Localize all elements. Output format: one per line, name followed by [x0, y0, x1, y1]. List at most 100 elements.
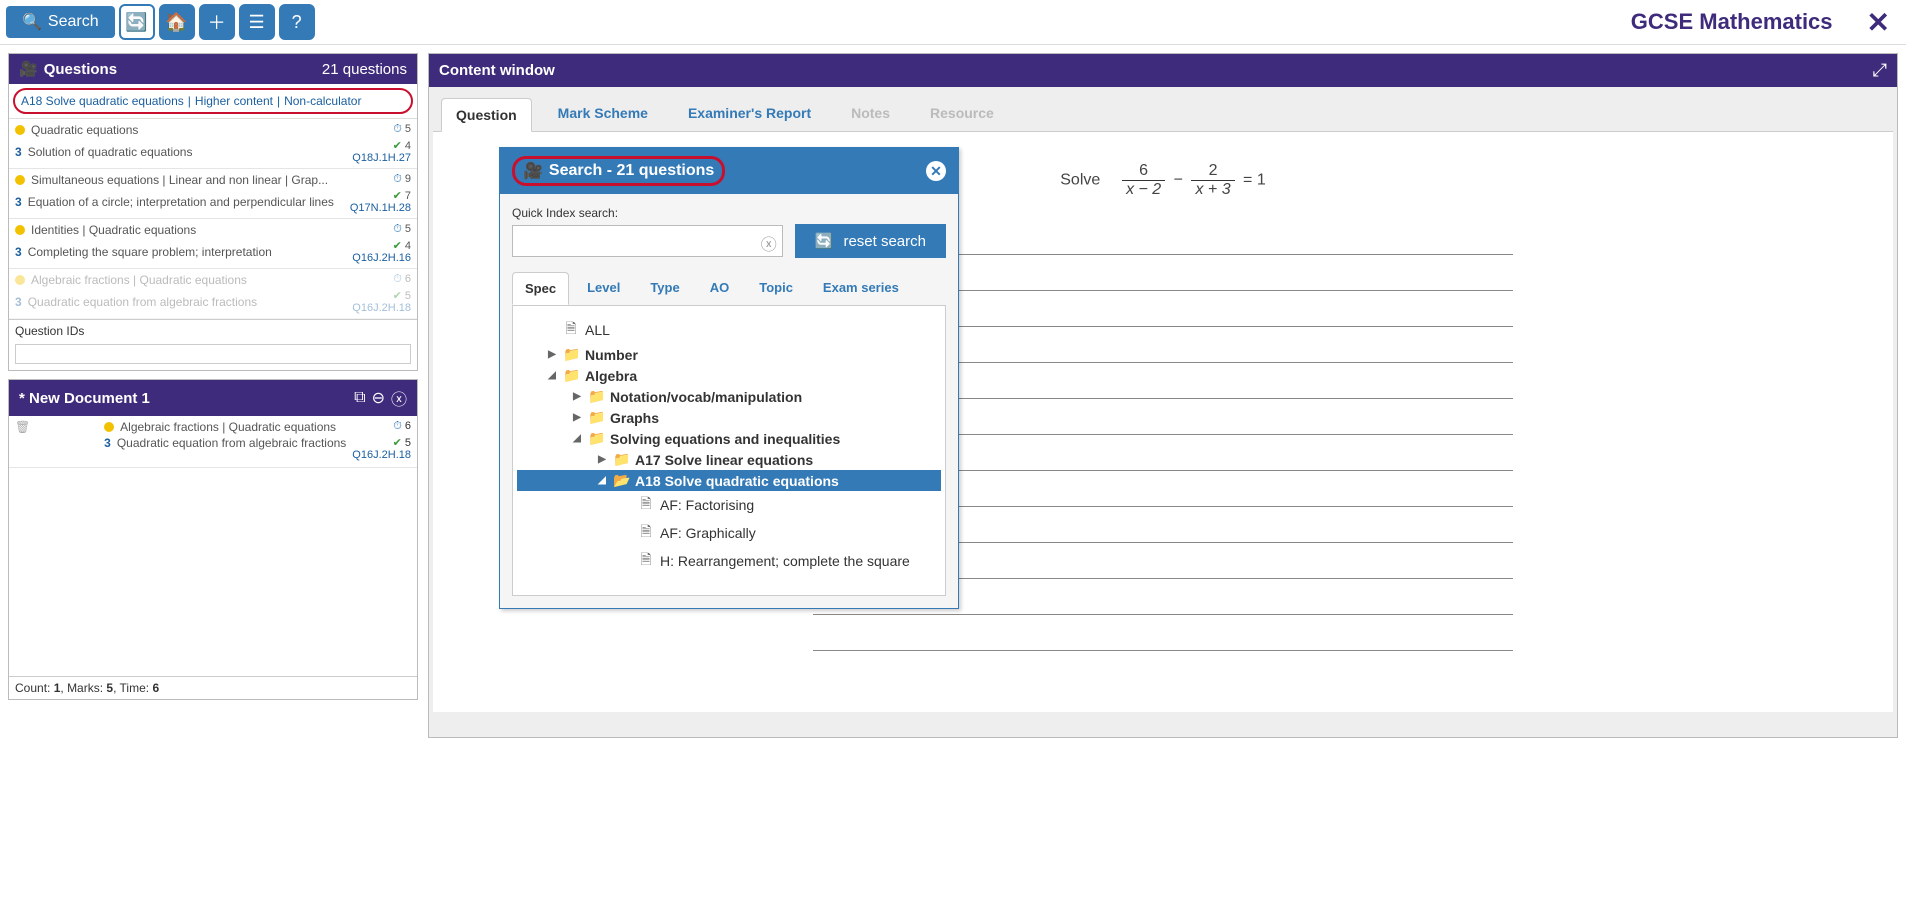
- add-button[interactable]: ＋: [199, 4, 235, 40]
- tree-node-label: A18 Solve quadratic equations: [635, 473, 839, 489]
- question-title: Quadratic equations: [31, 123, 138, 137]
- open-external-icon[interactable]: ⧉: [354, 389, 365, 407]
- search-icon: 🔍: [22, 12, 42, 32]
- document-icon: 🗎: [563, 318, 579, 342]
- question-marks: 3: [15, 295, 22, 309]
- close-app-button[interactable]: ✕: [1857, 6, 1900, 39]
- tree-node-label: Solving equations and inequalities: [610, 431, 840, 447]
- document-panel: * New Document 1 ⧉ ⊖ ⓧ Algebraic fractio…: [8, 379, 418, 700]
- close-panel-icon[interactable]: ⓧ: [391, 386, 407, 410]
- document-item-subtitle: Quadratic equation from algebraic fracti…: [117, 436, 346, 450]
- search-modal-close[interactable]: ✕: [926, 161, 946, 181]
- search-tab[interactable]: Exam series: [811, 272, 911, 305]
- questions-list[interactable]: Quadratic equations⏱ 53Solution of quadr…: [9, 118, 417, 319]
- refresh-button[interactable]: 🔄: [119, 4, 155, 40]
- content-header: Content window ⤢: [429, 54, 1897, 87]
- tree-expand-icon[interactable]: ▶: [547, 349, 557, 360]
- tree-node[interactable]: ▶ 📁 Graphs: [517, 407, 941, 428]
- question-marks: 3: [15, 195, 22, 209]
- quick-search-row: ⓧ 🔄 reset search: [512, 224, 946, 258]
- search-tab[interactable]: Topic: [747, 272, 805, 305]
- tree-node[interactable]: 🗎 AF: Graphically: [517, 519, 941, 547]
- answer-line: [813, 615, 1513, 651]
- document-title: * New Document 1: [19, 390, 150, 407]
- breadcrumb-item[interactable]: Non-calculator: [284, 94, 361, 108]
- tree-node-label: AF: Graphically: [660, 525, 756, 541]
- tree-expand-icon[interactable]: ▶: [597, 454, 607, 465]
- plus-icon: ＋: [208, 9, 226, 35]
- tree-node[interactable]: ◢📂A18 Solve quadratic equations: [517, 470, 941, 491]
- clock-icon: ⏱: [393, 273, 402, 285]
- question-item[interactable]: Identities | Quadratic equations⏱ 53Comp…: [9, 219, 417, 269]
- question-item[interactable]: Quadratic equations⏱ 53Solution of quadr…: [9, 119, 417, 169]
- clock-icon: ⏱: [393, 173, 402, 185]
- search-button[interactable]: 🔍 Search: [6, 6, 115, 38]
- search-tab[interactable]: Type: [638, 272, 691, 305]
- search-tab[interactable]: Spec: [512, 272, 569, 305]
- tree-node[interactable]: ▶📁A17 Solve linear equations: [517, 449, 941, 470]
- search-modal-body: Quick Index search: ⓧ 🔄 reset search Spe…: [500, 194, 958, 608]
- tree-node[interactable]: ◢📁Algebra: [517, 365, 941, 386]
- search-modal-header[interactable]: 🎥 Search - 21 questions ✕: [500, 148, 958, 194]
- document-item-title: Algebraic fractions | Quadratic equation…: [120, 420, 336, 434]
- tree-expand-icon[interactable]: ▶: [572, 412, 582, 423]
- status-dot-icon: [15, 125, 25, 135]
- tree-expand-icon[interactable]: ◢: [572, 433, 582, 444]
- tree-expand-icon[interactable]: ◢: [597, 475, 607, 486]
- question-subtitle: Equation of a circle; interpretation and…: [28, 195, 334, 209]
- list-button[interactable]: ☰: [239, 4, 275, 40]
- question-id: Q16J.2H.16: [352, 252, 411, 264]
- tree-node-label: AF: Factorising: [660, 497, 754, 513]
- minimize-icon[interactable]: ⊖: [372, 388, 385, 408]
- tree-node[interactable]: ▶📁Notation/vocab/manipulation: [517, 386, 941, 407]
- question-item[interactable]: Algebraic fractions | Quadratic equation…: [9, 269, 417, 319]
- question-id: Q16J.2H.18: [352, 302, 411, 314]
- search-modal: 🎥 Search - 21 questions ✕ Quick Index se…: [499, 147, 959, 609]
- document-item-marks: 3: [104, 436, 111, 450]
- tree-expand-icon[interactable]: ▶: [572, 391, 582, 402]
- question-item[interactable]: Simultaneous equations | Linear and non …: [9, 169, 417, 219]
- document-item[interactable]: Algebraic fractions | Quadratic equation…: [9, 416, 417, 468]
- tree-node[interactable]: ▶📁Number: [517, 344, 941, 365]
- content-title: Content window: [439, 62, 555, 79]
- document-list[interactable]: Algebraic fractions | Quadratic equation…: [9, 416, 417, 676]
- quick-search-input[interactable]: [512, 225, 783, 257]
- quick-search-label: Quick Index search:: [512, 206, 946, 220]
- document-icon: 🗎: [638, 493, 654, 517]
- page-title: GCSE Mathematics: [1631, 9, 1853, 35]
- tree-node-label: Graphs: [610, 410, 659, 426]
- document-footer: Count: 1, Marks: 5, Time: 6: [9, 676, 417, 699]
- status-dot-icon: [15, 275, 25, 285]
- status-dot-icon: [15, 225, 25, 235]
- refresh-icon: 🔄: [815, 232, 834, 250]
- breadcrumb-item[interactable]: A18 Solve quadratic equations: [21, 94, 184, 108]
- tree-expand-icon[interactable]: ◢: [547, 370, 557, 381]
- spec-tree[interactable]: 🗎ALL▶📁Number◢📁Algebra▶📁Notation/vocab/ma…: [512, 306, 946, 596]
- home-button[interactable]: 🏠: [159, 4, 195, 40]
- tree-node[interactable]: 🗎H: Rearrangement; complete the square: [517, 547, 941, 575]
- content-tab[interactable]: Mark Scheme: [544, 97, 662, 131]
- expand-icon[interactable]: ⤢: [1873, 60, 1887, 81]
- reset-search-button[interactable]: 🔄 reset search: [795, 224, 946, 258]
- folder-icon: 📁: [588, 409, 604, 426]
- tree-node[interactable]: ◢📁Solving equations and inequalities: [517, 428, 941, 449]
- help-button[interactable]: ?: [279, 4, 315, 40]
- content-tab[interactable]: Question: [441, 98, 532, 132]
- questions-header: 🎥 Questions 21 questions: [9, 54, 417, 84]
- top-toolbar: 🔍 Search 🔄 🏠 ＋ ☰ ? GCSE Mathematics ✕: [0, 0, 1906, 45]
- questions-title: Questions: [44, 61, 117, 78]
- tree-node[interactable]: 🗎 AF: Factorising: [517, 491, 941, 519]
- clear-input-icon[interactable]: ⓧ: [761, 231, 777, 255]
- tree-node[interactable]: 🗎ALL: [517, 316, 941, 344]
- tree-node-label: H: Rearrangement; complete the square: [660, 553, 910, 569]
- camera-icon: 🎥: [19, 60, 38, 78]
- document-icon: 🗎: [638, 521, 654, 545]
- search-tab[interactable]: AO: [698, 272, 742, 305]
- content-tab: Resource: [916, 97, 1008, 131]
- content-tab[interactable]: Examiner's Report: [674, 97, 825, 131]
- question-ids-input[interactable]: [15, 344, 411, 364]
- breadcrumb-item[interactable]: Higher content: [195, 94, 273, 108]
- status-dot-icon: [15, 175, 25, 185]
- search-tab[interactable]: Level: [575, 272, 632, 305]
- trash-icon[interactable]: 🗑: [15, 420, 98, 434]
